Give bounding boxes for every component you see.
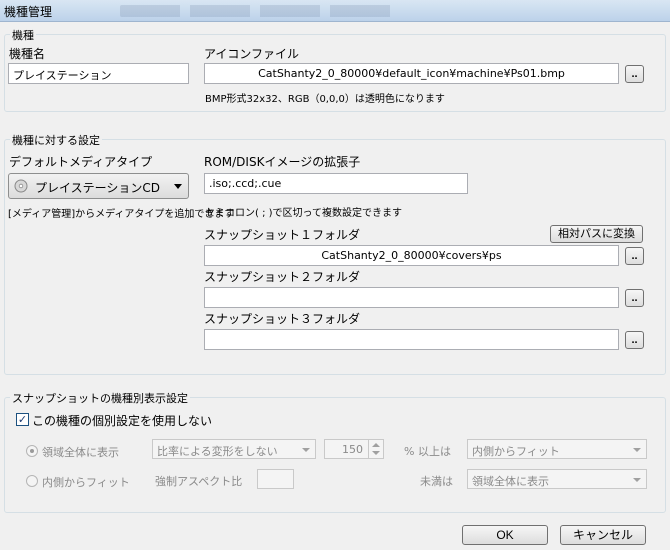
- relative-path-button[interactable]: 相対パスに変換: [550, 225, 643, 243]
- percent-stepper[interactable]: 150: [324, 439, 384, 459]
- snapshot1-label: スナップショット１フォルダ: [204, 228, 361, 242]
- use-individual-settings-label: この機種の個別設定を使用しない: [32, 414, 213, 428]
- fit-inside-label: 内側からフィット: [42, 476, 130, 489]
- title-bar-background-tabs: [120, 5, 400, 17]
- snapshot-display-group-legend: スナップショットの機種別表示設定: [10, 390, 190, 406]
- snapshot3-label: スナップショット３フォルダ: [204, 312, 361, 326]
- forced-aspect-input[interactable]: [257, 469, 294, 489]
- disc-icon: [14, 179, 28, 193]
- default-media-dropdown[interactable]: プレイステーションCD: [8, 173, 189, 199]
- machine-group-legend: 機種: [10, 27, 36, 43]
- percent-stepper-value: 150: [342, 443, 363, 456]
- fill-area-radio[interactable]: [26, 445, 38, 457]
- chevron-down-icon: [372, 451, 380, 455]
- over-select-value: 内側からフィット: [472, 445, 560, 458]
- snapshot2-input[interactable]: [204, 287, 619, 308]
- snapshot3-browse-button[interactable]: ..: [625, 331, 644, 349]
- chevron-down-icon: [633, 478, 641, 482]
- extension-input[interactable]: .iso;.ccd;.cue: [204, 173, 468, 194]
- settings-group-legend: 機種に対する設定: [10, 132, 102, 148]
- window-title: 機種管理: [4, 5, 53, 19]
- stepper-buttons[interactable]: [368, 440, 383, 458]
- snapshot2-label: スナップショット２フォルダ: [204, 270, 361, 284]
- chevron-up-icon: [372, 443, 380, 447]
- percent-over-label: % 以上は: [404, 445, 451, 458]
- forced-aspect-label: 強制アスペクト比: [155, 475, 243, 488]
- ratio-select-value: 比率による変形をしない: [157, 445, 278, 458]
- machine-name-label: 機種名: [9, 47, 46, 61]
- extension-label: ROM/DISKイメージの拡張子: [204, 155, 361, 169]
- default-media-value: プレイステーションCD: [35, 181, 161, 195]
- icon-file-input[interactable]: CatShanty2_0_80000¥default_icon¥machine¥…: [204, 63, 619, 84]
- extension-hint: セミコロン( ; )で区切って複数設定できます: [205, 208, 403, 219]
- under-select-value: 領域全体に表示: [472, 475, 549, 488]
- under-select[interactable]: 領域全体に表示: [467, 469, 647, 489]
- ratio-select[interactable]: 比率による変形をしない: [152, 439, 316, 459]
- ok-button[interactable]: OK: [462, 525, 548, 545]
- icon-file-browse-button[interactable]: ..: [625, 65, 644, 83]
- snapshot2-browse-button[interactable]: ..: [625, 289, 644, 307]
- snapshot1-browse-button[interactable]: ..: [625, 247, 644, 265]
- machine-name-input[interactable]: プレイステーション: [8, 63, 189, 84]
- snapshot3-input[interactable]: [204, 329, 619, 350]
- icon-file-hint: BMP形式32x32、RGB（0,0,0）は透明色になります: [205, 94, 445, 105]
- cancel-button[interactable]: キャンセル: [560, 525, 646, 545]
- over-select[interactable]: 内側からフィット: [467, 439, 647, 459]
- chevron-down-icon: [174, 184, 182, 189]
- under-label: 未満は: [420, 475, 453, 488]
- media-hint: [メディア管理]からメディアタイプを追加できます: [8, 209, 235, 220]
- use-individual-settings-checkbox[interactable]: ✓: [16, 413, 29, 426]
- snapshot1-input[interactable]: CatShanty2_0_80000¥covers¥ps: [204, 245, 619, 266]
- fit-inside-radio[interactable]: [26, 475, 38, 487]
- fill-area-label: 領域全体に表示: [42, 446, 119, 459]
- default-media-label: デフォルトメディアタイプ: [9, 155, 153, 169]
- chevron-down-icon: [302, 448, 310, 452]
- chevron-down-icon: [633, 448, 641, 452]
- icon-file-label: アイコンファイル: [204, 47, 300, 61]
- title-bar: 機種管理: [0, 0, 670, 22]
